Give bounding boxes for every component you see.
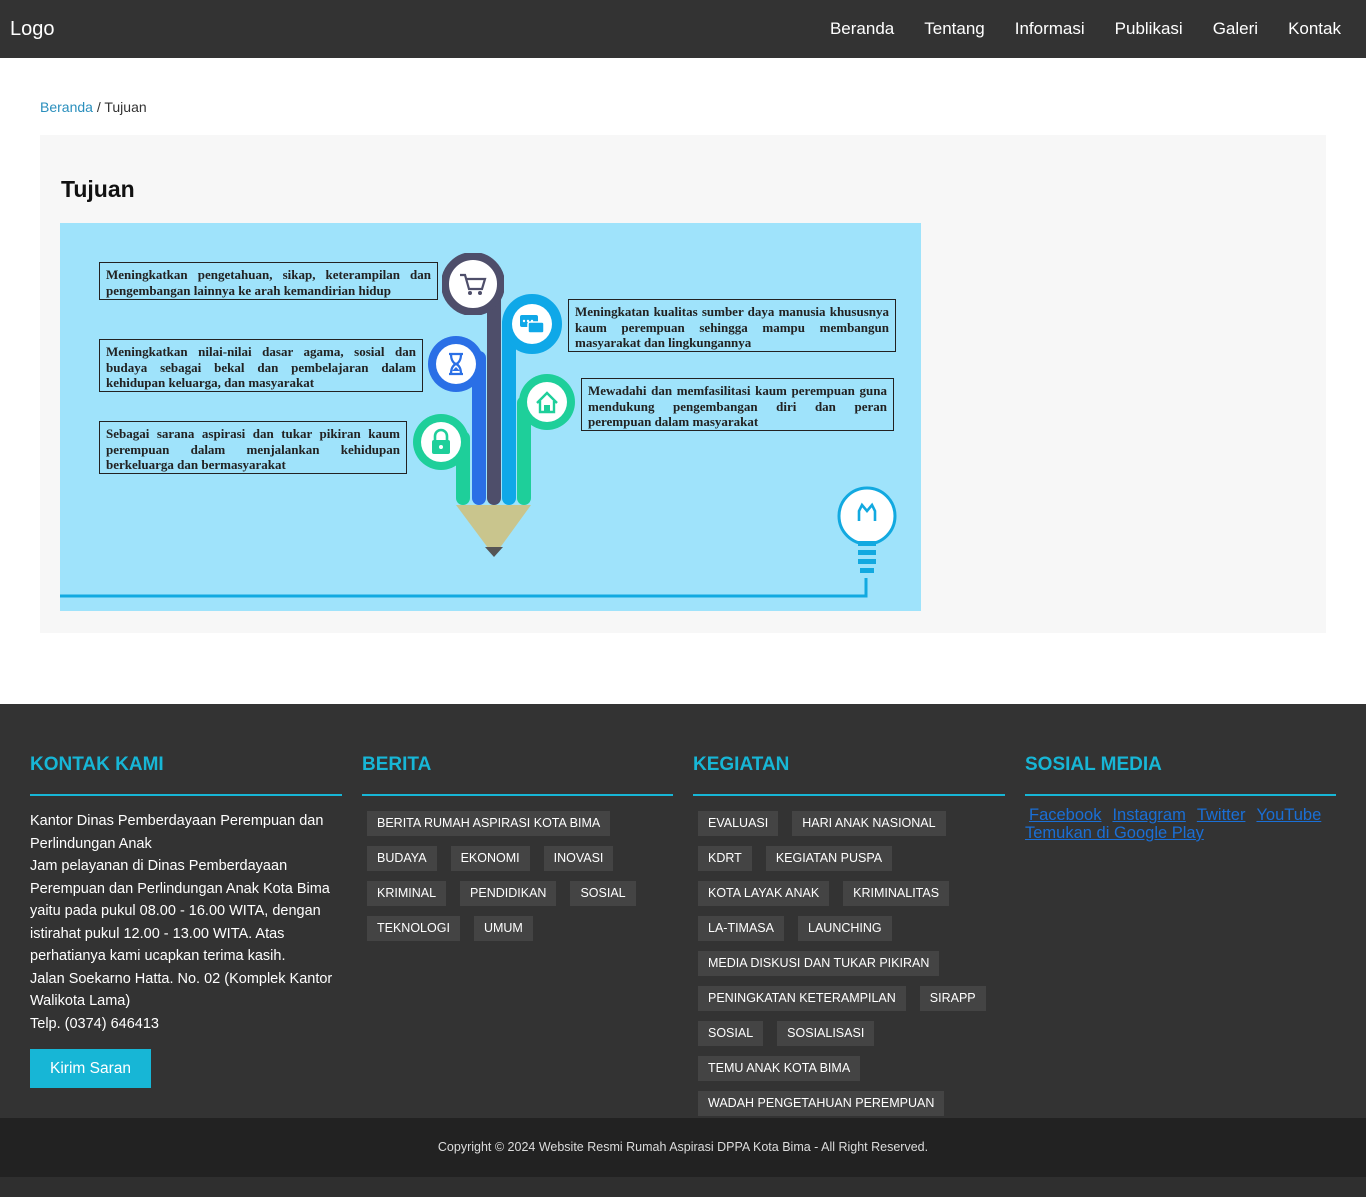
tag-sosialisasi[interactable]: SOSIALISASI — [777, 1021, 875, 1046]
lightbulb-icon — [837, 486, 897, 573]
goal-box-4: Meningkatan kualitas sumber daya manusia… — [568, 299, 896, 352]
nav-kontak[interactable]: Kontak — [1273, 0, 1356, 58]
goal-box-5: Mewadahi dan memfasilitasi kaum perempua… — [581, 378, 894, 431]
tag-sirapp[interactable]: SIRAPP — [919, 986, 986, 1011]
youtube-link[interactable]: YouTube — [1256, 806, 1321, 824]
kontak-info: Kantor Dinas Pemberdayaan Perempuan dan … — [30, 810, 342, 1035]
berita-tags: BERITA RUMAH ASPIRASI KOTA BIMA BUDAYA E… — [362, 811, 673, 951]
breadcrumb: Beranda / Tujuan — [40, 99, 147, 115]
breadcrumb-current: Tujuan — [104, 99, 147, 115]
tag-kegiatan-puspa[interactable]: KEGIATAN PUSPA — [765, 846, 893, 871]
goal-box-2: Meningkatkan nilai-nilai dasar agama, so… — [99, 339, 423, 392]
main-nav: Beranda Tentang Informasi Publikasi Gale… — [815, 0, 1356, 58]
kegiatan-heading: KEGIATAN — [693, 754, 1005, 796]
nav-galeri[interactable]: Galeri — [1198, 0, 1273, 58]
goals-infographic: Meningkatkan pengetahuan, sikap, keteram… — [60, 223, 921, 611]
home-icon — [519, 374, 575, 430]
goal-box-3: Sebagai sarana aspirasi dan tukar pikira… — [99, 421, 407, 474]
tag-kota-layak-anak[interactable]: KOTA LAYAK ANAK — [698, 881, 830, 906]
page-title: Tujuan — [61, 176, 135, 202]
instagram-link[interactable]: Instagram — [1112, 806, 1185, 824]
berita-heading: BERITA — [362, 754, 673, 796]
kontak-heading: KONTAK KAMI — [30, 754, 342, 796]
nav-tentang[interactable]: Tentang — [909, 0, 1000, 58]
footer-kontak-section: KONTAK KAMI Kantor Dinas Pemberdayaan Pe… — [30, 754, 342, 1088]
cart-icon — [442, 253, 504, 315]
tag-temu-anak-kota-bima[interactable]: TEMU ANAK KOTA BIMA — [698, 1056, 861, 1081]
tag-kdrt[interactable]: KDRT — [698, 846, 752, 871]
kegiatan-tags: EVALUASI HARI ANAK NASIONAL KDRT KEGIATA… — [693, 811, 1005, 1126]
copyright-bar: Copyright © 2024 Website Resmi Rumah Asp… — [0, 1118, 1366, 1177]
tag-kriminal[interactable]: KRIMINAL — [367, 881, 447, 906]
tag-teknologi[interactable]: TEKNOLOGI — [367, 916, 460, 941]
tag-launching[interactable]: LAUNCHING — [798, 916, 892, 941]
breadcrumb-separator: / — [92, 99, 105, 115]
kontak-address: Jalan Soekarno Hatta. No. 02 (Komplek Ka… — [30, 970, 333, 1010]
tag-sosial-kegiatan[interactable]: SOSIAL — [698, 1021, 764, 1046]
tag-inovasi[interactable]: INOVASI — [543, 846, 614, 871]
tag-wadah-pengetahuan-perempuan[interactable]: WADAH PENGETAHUAN PEREMPUAN — [698, 1091, 945, 1116]
twitter-link[interactable]: Twitter — [1197, 806, 1246, 824]
tag-hari-anak-nasional[interactable]: HARI ANAK NASIONAL — [792, 811, 946, 836]
breadcrumb-home-link[interactable]: Beranda — [40, 99, 93, 115]
content-card: Tujuan Meningkatkan pengetahuan, sikap, … — [40, 135, 1326, 633]
tag-pendidikan[interactable]: PENDIDIKAN — [460, 881, 557, 906]
tag-la-timasa[interactable]: LA-TIMASA — [698, 916, 784, 941]
google-play-link[interactable]: Temukan di Google Play — [1025, 824, 1204, 842]
footer-berita-section: BERITA BERITA RUMAH ASPIRASI KOTA BIMA B… — [362, 754, 673, 951]
navbar: Logo Beranda Tentang Informasi Publikasi… — [0, 0, 1366, 58]
hourglass-icon — [428, 336, 484, 392]
tag-sosial[interactable]: SOSIAL — [570, 881, 636, 906]
kontak-hours: Jam pelayanan di Dinas Pemberdayaan Pere… — [30, 858, 330, 964]
kontak-office: Kantor Dinas Pemberdayaan Perempuan dan … — [30, 813, 324, 852]
tag-budaya[interactable]: BUDAYA — [367, 846, 437, 871]
tag-kriminalitas[interactable]: KRIMINALITAS — [843, 881, 950, 906]
tag-media-diskusi[interactable]: MEDIA DISKUSI DAN TUKAR PIKIRAN — [698, 951, 940, 976]
main-content: Beranda / Tujuan Tujuan Meningkatkan pen… — [0, 58, 1366, 704]
site-logo[interactable]: Logo — [10, 18, 55, 40]
footer: KONTAK KAMI Kantor Dinas Pemberdayaan Pe… — [0, 704, 1366, 1118]
kontak-phone: Telp. (0374) 646413 — [30, 1015, 159, 1032]
nav-publikasi[interactable]: Publikasi — [1100, 0, 1198, 58]
chat-icon — [502, 294, 562, 354]
goal-box-1: Meningkatkan pengetahuan, sikap, keteram… — [99, 262, 438, 300]
kirim-saran-button[interactable]: Kirim Saran — [30, 1049, 151, 1088]
tag-ekonomi[interactable]: EKONOMI — [450, 846, 530, 871]
tag-umum[interactable]: UMUM — [473, 916, 533, 941]
tag-berita-rumah-aspirasi[interactable]: BERITA RUMAH ASPIRASI KOTA BIMA — [367, 811, 611, 836]
facebook-link[interactable]: Facebook — [1029, 806, 1101, 824]
sosial-heading: SOSIAL MEDIA — [1025, 754, 1336, 796]
footer-sosial-section: SOSIAL MEDIA Facebook Instagram Twitter You… — [1025, 754, 1336, 842]
footer-kegiatan-section: KEGIATAN EVALUASI HARI ANAK NASIONAL KDR… — [693, 754, 1005, 1126]
nav-beranda[interactable]: Beranda — [815, 0, 909, 58]
tag-evaluasi[interactable]: EVALUASI — [698, 811, 779, 836]
tag-peningkatan-keterampilan[interactable]: PENINGKATAN KETERAMPILAN — [698, 986, 906, 1011]
nav-informasi[interactable]: Informasi — [1000, 0, 1100, 58]
social-links: Facebook Instagram Twitter YouTube Temukan … — [1025, 806, 1336, 842]
lock-icon — [413, 414, 469, 470]
